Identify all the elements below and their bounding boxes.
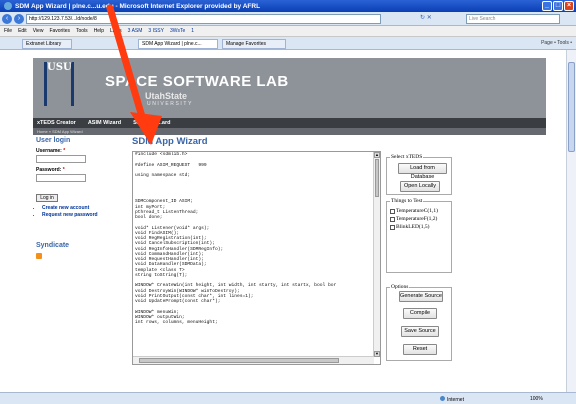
window-titlebar: SDM App Wizard | plne.c...u.edu - Micros… bbox=[0, 0, 576, 12]
site-title: SPACE SOFTWARE LAB bbox=[105, 73, 289, 90]
nav-asim-wizard[interactable]: ASIM Wizard bbox=[88, 120, 121, 126]
url-input[interactable]: http://129.123.7.53/...ld/node/8 bbox=[26, 14, 381, 24]
things-to-test-legend: Things to Test bbox=[390, 198, 424, 204]
breadcrumb: Home » SDM App Wizard bbox=[33, 128, 546, 135]
status-bar: Internet 100% bbox=[0, 392, 576, 404]
select-xteds-group: Select xTEDS Load from Database Open Loc… bbox=[386, 154, 452, 195]
security-zone: Internet bbox=[440, 396, 464, 403]
rss-feed-icon[interactable] bbox=[36, 253, 42, 259]
save-source-button[interactable]: Save Source bbox=[401, 326, 439, 337]
code-horizontal-scrollbar[interactable] bbox=[133, 356, 374, 364]
test-item-temperature-c[interactable]: TemperatureC(1,1) bbox=[390, 208, 438, 214]
institution-sub: UNIVERSITY bbox=[147, 101, 194, 107]
page-title: SDM App Wizard bbox=[132, 136, 208, 147]
checkbox[interactable] bbox=[390, 224, 395, 230]
minimize-button[interactable]: _ bbox=[542, 1, 552, 11]
select-xteds-legend: Select xTEDS bbox=[390, 154, 424, 160]
open-locally-button[interactable]: Open Locally bbox=[400, 181, 440, 192]
search-input[interactable]: Live Search bbox=[466, 14, 560, 24]
page-tools-menu[interactable]: Page • Tools • bbox=[541, 40, 572, 46]
scroll-down-arrow-icon[interactable]: ▼ bbox=[374, 351, 380, 357]
back-button[interactable]: ‹ bbox=[2, 13, 12, 24]
password-field[interactable] bbox=[36, 174, 86, 182]
globe-icon bbox=[440, 396, 445, 401]
address-toolbar: ‹ › http://129.123.7.53/...ld/node/8 ↻ ✕… bbox=[0, 12, 576, 26]
sidebar: User login Username: * Password: * Log i… bbox=[36, 137, 108, 259]
link-item[interactable]: 3WsTe bbox=[170, 28, 185, 34]
request-password-link[interactable]: Request new password bbox=[42, 212, 108, 218]
link-item[interactable]: 1 bbox=[191, 28, 194, 34]
login-heading: User login bbox=[36, 137, 71, 144]
code-vertical-scrollbar[interactable]: ▲ ▼ bbox=[373, 152, 380, 357]
institution-name: UtahState bbox=[145, 91, 188, 101]
things-to-test-group: Things to Test TemperatureC(1,1) Tempera… bbox=[386, 198, 452, 273]
menu-edit[interactable]: Edit bbox=[18, 28, 27, 34]
source-code-textarea[interactable]: #include <sdmlib.h> #define ASIM_REQUEST… bbox=[132, 151, 381, 365]
close-window-button[interactable]: × bbox=[564, 1, 574, 11]
test-item-temperature-f[interactable]: TemperatureF(1,2) bbox=[390, 216, 437, 222]
zoom-level[interactable]: 100% bbox=[530, 396, 543, 402]
menu-file[interactable]: File bbox=[4, 28, 12, 34]
window-title: SDM App Wizard | plne.c...u.edu - Micros… bbox=[15, 2, 261, 10]
ie-logo-icon bbox=[4, 2, 12, 10]
link-item[interactable]: 3 ASM bbox=[128, 28, 143, 34]
menu-help[interactable]: Help bbox=[94, 28, 104, 34]
menu-favorites[interactable]: Favorites bbox=[49, 28, 70, 34]
username-label: Username: * bbox=[36, 148, 66, 154]
generate-source-button[interactable]: Generate Source bbox=[399, 291, 443, 302]
nav-sdm[interactable]: SDM bbox=[133, 120, 145, 126]
links-label: Links bbox=[109, 28, 122, 34]
tabs-bar: Extranet Library SDM App Wizard | plne.c… bbox=[0, 37, 576, 50]
source-code-text: #include <sdmlib.h> #define ASIM_REQUEST… bbox=[135, 152, 337, 325]
account-links: Create new account Request new password bbox=[36, 205, 108, 218]
nav-wizard[interactable]: ...ard bbox=[157, 120, 170, 126]
refresh-stop-buttons[interactable]: ↻ ✕ bbox=[420, 14, 432, 21]
page-scrollbar[interactable] bbox=[566, 50, 576, 392]
code-hscroll-thumb[interactable] bbox=[139, 358, 339, 363]
load-from-database-button[interactable]: Load from Database bbox=[398, 163, 447, 180]
menu-view[interactable]: View bbox=[33, 28, 44, 34]
forward-button[interactable]: › bbox=[14, 13, 24, 24]
page-scrollbar-thumb[interactable] bbox=[568, 62, 575, 152]
nav-xteds-creator[interactable]: xTEDS Creator bbox=[37, 120, 76, 126]
checkbox[interactable] bbox=[390, 208, 395, 214]
code-scroll-thumb[interactable] bbox=[375, 159, 379, 197]
username-field[interactable] bbox=[36, 155, 86, 163]
reset-button[interactable]: Reset bbox=[403, 344, 437, 355]
tab-manage-favorites[interactable]: Manage Favorites bbox=[222, 39, 286, 49]
tab-sdm-app-wizard[interactable]: SDM App Wizard | plne.c... bbox=[138, 39, 218, 49]
create-account-link[interactable]: Create new account bbox=[42, 205, 108, 211]
usu-logo: USU bbox=[37, 62, 81, 114]
menu-tools[interactable]: Tools bbox=[76, 28, 88, 34]
scroll-up-arrow-icon[interactable]: ▲ bbox=[374, 152, 380, 158]
options-group: Options Generate Source Compile Save Sou… bbox=[386, 284, 452, 361]
maximize-button[interactable]: □ bbox=[553, 1, 563, 11]
options-legend: Options bbox=[390, 284, 410, 290]
login-button[interactable]: Log in bbox=[36, 194, 58, 202]
password-label: Password: * bbox=[36, 167, 65, 173]
syndicate-heading: Syndicate bbox=[36, 242, 70, 249]
menu-bar: File Edit View Favorites Tools Help Link… bbox=[0, 26, 576, 37]
tab-extranet-library[interactable]: Extranet Library bbox=[22, 39, 72, 49]
usu-logo-mark: USU bbox=[44, 62, 74, 106]
test-item-blink-led[interactable]: BlinkLED(1,5) bbox=[390, 224, 429, 230]
link-item[interactable]: 3 ISSY bbox=[148, 28, 164, 34]
site-nav: xTEDS Creator ASIM Wizard SDM ...ard bbox=[33, 118, 546, 128]
checkbox[interactable] bbox=[390, 216, 395, 222]
compile-button[interactable]: Compile bbox=[403, 308, 437, 319]
